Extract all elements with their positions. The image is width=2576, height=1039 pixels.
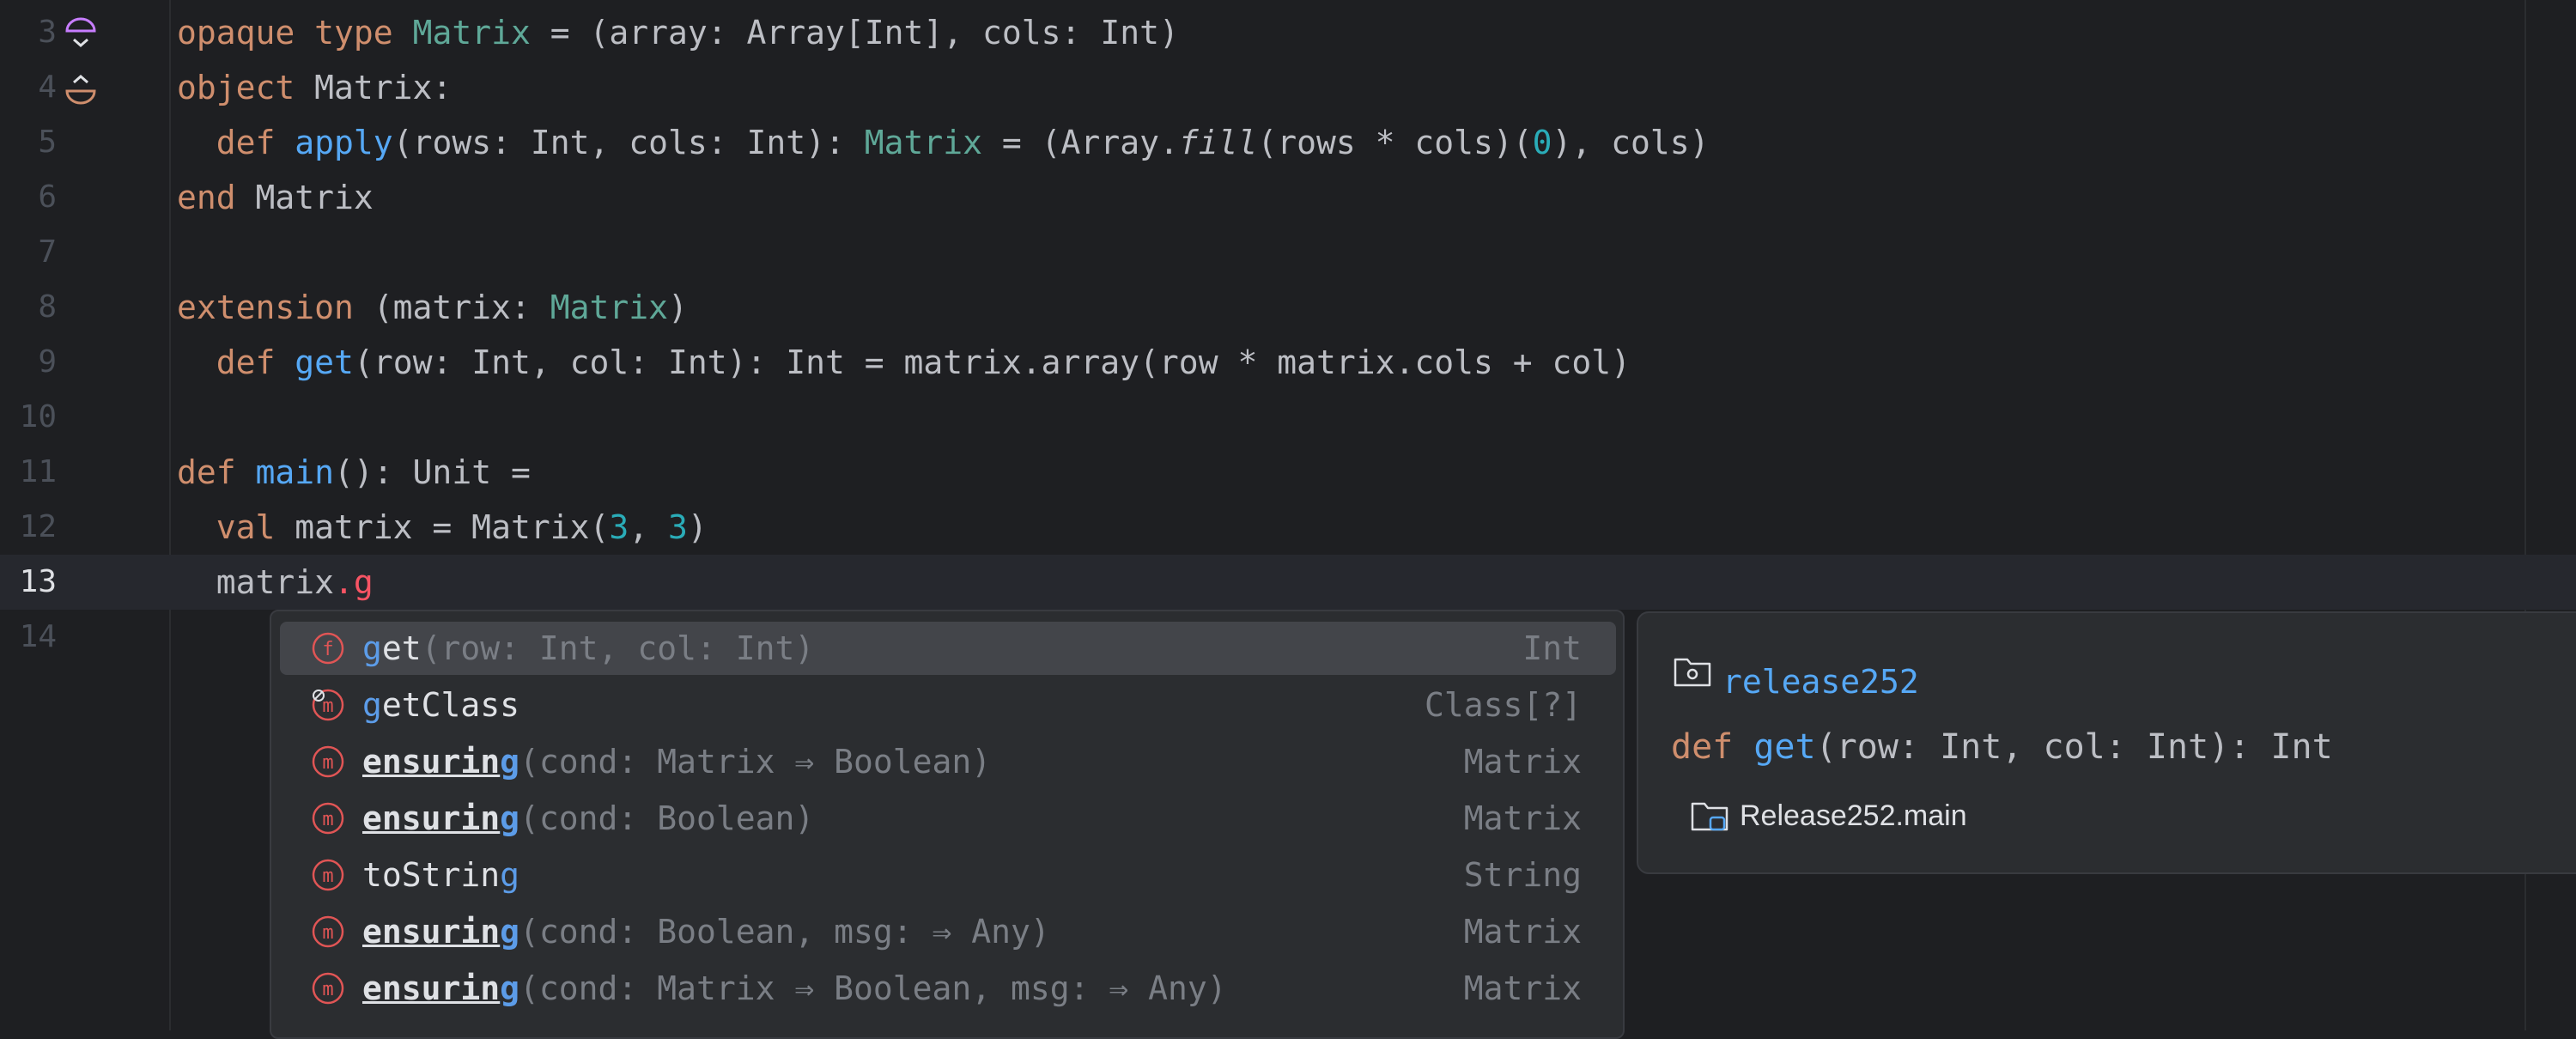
code-text[interactable]: end Matrix (177, 170, 374, 225)
completion-item-name: ensuring(cond: Matrix ⇒ Boolean) (362, 743, 992, 781)
code-text[interactable]: opaque type Matrix = (array: Array[Int],… (177, 5, 1179, 60)
code-line-12[interactable]: 12 val matrix = Matrix(3, 3) (0, 500, 2576, 555)
completion-item-tostring[interactable]: m toString String (280, 848, 1616, 902)
method-icon: m (312, 859, 344, 891)
completion-item-type: Matrix (1463, 913, 1582, 951)
svg-text:m: m (322, 696, 333, 717)
line-number: 8 (38, 289, 57, 325)
completion-popup[interactable]: f get(row: Int, col: Int) Int m getClass… (270, 610, 1625, 1039)
svg-text:m: m (322, 866, 333, 887)
line-number: 5 (38, 125, 57, 160)
code-line-8[interactable]: 8 extension (matrix: Matrix) (0, 280, 2576, 335)
method-icon: m (312, 915, 344, 948)
completion-item-type: Int (1522, 629, 1582, 667)
completion-item-name: ensuring(cond: Matrix ⇒ Boolean, msg: ⇒ … (362, 969, 1227, 1007)
module-folder-icon (1674, 658, 1711, 687)
completion-item-name: ensuring(cond: Boolean) (362, 799, 815, 837)
code-text[interactable]: matrix.g (177, 555, 374, 610)
fold-expand-icon[interactable] (64, 72, 98, 106)
completion-item-type: Matrix (1463, 969, 1582, 1007)
completion-item-ensuring[interactable]: m ensuring(cond: Matrix ⇒ Boolean, msg: … (280, 962, 1616, 1015)
method-icon: m (312, 689, 344, 721)
line-number: 14 (19, 619, 57, 654)
method-icon: m (312, 972, 344, 1005)
completion-item-get[interactable]: f get(row: Int, col: Int) Int (280, 622, 1616, 675)
code-line-4[interactable]: 4 object Matrix: (0, 60, 2576, 115)
documentation-popup: release252 def get(row: Int, col: Int): … (1637, 611, 2576, 874)
svg-text:m: m (322, 752, 333, 774)
doc-signature: def get(row: Int, col: Int): Int (1671, 727, 2333, 767)
doc-module-name[interactable]: release252 (1722, 654, 1919, 709)
code-text[interactable]: object Matrix: (177, 60, 452, 115)
svg-text:f: f (322, 639, 333, 660)
code-line-3[interactable]: 3 opaque type Matrix = (array: Array[Int… (0, 5, 2576, 60)
line-number: 3 (38, 15, 57, 50)
code-line-9[interactable]: 9 def get(row: Int, col: Int): Int = mat… (0, 335, 2576, 390)
line-number: 10 (19, 399, 57, 434)
completion-item-name: getClass (362, 686, 520, 724)
code-line-10[interactable]: 10 (0, 390, 2576, 445)
completion-item-type: String (1463, 856, 1582, 894)
code-text[interactable]: def get(row: Int, col: Int): Int = matri… (177, 335, 1631, 390)
completion-item-type: Matrix (1463, 799, 1582, 837)
completion-item-ensuring[interactable]: m ensuring(cond: Matrix ⇒ Boolean) Matri… (280, 735, 1616, 788)
completion-item-ensuring[interactable]: m ensuring(cond: Boolean, msg: ⇒ Any) Ma… (280, 905, 1616, 958)
completion-item-name: ensuring(cond: Boolean, msg: ⇒ Any) (362, 913, 1050, 951)
fold-collapse-icon[interactable] (64, 17, 98, 52)
line-number: 13 (19, 564, 57, 599)
doc-package-name: Release252.main (1740, 799, 1967, 832)
code-text[interactable]: extension (matrix: Matrix) (177, 280, 688, 335)
code-text[interactable]: val matrix = Matrix(3, 3) (177, 500, 708, 555)
code-line-5[interactable]: 5 def apply(rows: Int, cols: Int): Matri… (0, 115, 2576, 170)
method-icon: m (312, 802, 344, 835)
completion-item-type: Matrix (1463, 743, 1582, 781)
package-folder-icon (1691, 802, 1728, 831)
completion-item-name: toString (362, 856, 520, 894)
function-icon: f (312, 632, 344, 665)
completion-item-type: Class[?] (1424, 686, 1582, 724)
completion-item-getclass[interactable]: m getClass Class[?] (280, 678, 1616, 732)
completion-item-name: get(row: Int, col: Int) (362, 629, 815, 667)
code-line-13-current[interactable]: 13 matrix.g (0, 555, 2576, 610)
svg-text:m: m (322, 809, 333, 830)
method-icon: m (312, 745, 344, 778)
svg-text:m: m (322, 922, 333, 944)
line-number: 7 (38, 234, 57, 270)
code-line-11[interactable]: 11 def main(): Unit = (0, 445, 2576, 500)
line-number: 6 (38, 179, 57, 215)
line-number: 11 (19, 454, 57, 489)
code-text[interactable]: def apply(rows: Int, cols: Int): Matrix … (177, 115, 1710, 170)
code-line-6[interactable]: 6 end Matrix (0, 170, 2576, 225)
code-text[interactable]: def main(): Unit = (177, 445, 531, 500)
line-number: 9 (38, 344, 57, 380)
code-line-7[interactable]: 7 (0, 225, 2576, 280)
line-number: 4 (38, 70, 57, 105)
line-number: 12 (19, 509, 57, 544)
svg-text:m: m (322, 979, 333, 1000)
completion-item-ensuring[interactable]: m ensuring(cond: Boolean) Matrix (280, 792, 1616, 845)
typed-text: .g (334, 563, 374, 601)
